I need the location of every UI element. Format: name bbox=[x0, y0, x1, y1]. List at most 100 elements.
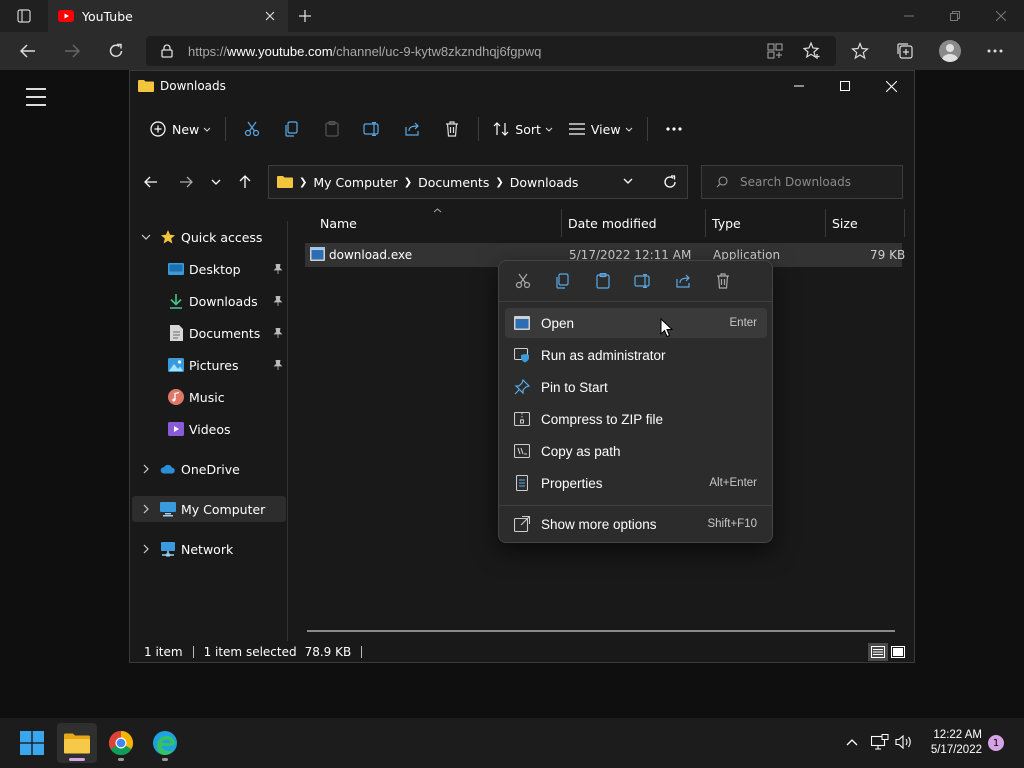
menu-item-properties[interactable]: Properties Alt+Enter bbox=[505, 468, 767, 498]
large-icons-view-button[interactable] bbox=[888, 643, 908, 661]
sort-button[interactable]: Sort bbox=[485, 113, 561, 145]
back-button[interactable] bbox=[13, 36, 43, 66]
favorites-button[interactable] bbox=[845, 36, 875, 66]
breadcrumb-downloads[interactable]: Downloads bbox=[510, 175, 579, 190]
ctx-copy-button[interactable] bbox=[543, 265, 583, 297]
new-button[interactable]: New bbox=[144, 113, 219, 145]
explorer-maximize-button[interactable] bbox=[822, 71, 868, 101]
sidebar-item-onedrive[interactable]: OneDrive bbox=[132, 456, 286, 482]
column-divider[interactable] bbox=[825, 209, 826, 237]
sidebar-item-quick-access[interactable]: Quick access bbox=[132, 224, 286, 250]
column-divider[interactable] bbox=[705, 209, 706, 237]
add-favorite-icon[interactable] bbox=[803, 42, 821, 60]
pin-icon[interactable] bbox=[272, 327, 284, 339]
ctx-rename-button[interactable] bbox=[623, 265, 663, 297]
forward-button[interactable] bbox=[57, 36, 87, 66]
tab-actions-button[interactable] bbox=[0, 0, 48, 32]
sidebar-item-desktop[interactable]: Desktop bbox=[132, 256, 286, 282]
address-history-button[interactable] bbox=[623, 178, 633, 184]
arrow-right-icon bbox=[65, 44, 80, 58]
details-view-button[interactable] bbox=[868, 643, 888, 661]
chevron-right-icon[interactable] bbox=[140, 504, 152, 514]
search-box[interactable]: Search Downloads bbox=[701, 165, 903, 199]
taskbar-edge[interactable] bbox=[145, 723, 185, 763]
system-clock[interactable]: 12:22 AM 5/17/2022 bbox=[931, 728, 982, 758]
ctx-delete-button[interactable] bbox=[703, 265, 743, 297]
tab-youtube[interactable]: YouTube bbox=[48, 0, 288, 32]
sidebar-item-my-computer[interactable]: My Computer bbox=[132, 496, 286, 522]
column-divider[interactable] bbox=[561, 209, 562, 237]
paste-icon bbox=[325, 121, 339, 137]
taskbar-chrome[interactable] bbox=[101, 723, 141, 763]
app-available-icon[interactable] bbox=[766, 42, 784, 60]
share-button[interactable] bbox=[392, 113, 432, 145]
address-bar[interactable]: https://www.youtube.com/channel/uc-9-kyt… bbox=[146, 36, 836, 66]
start-button[interactable] bbox=[12, 723, 52, 763]
youtube-menu-icon[interactable] bbox=[26, 88, 46, 106]
explorer-close-button[interactable] bbox=[868, 71, 914, 101]
horizontal-scrollbar[interactable] bbox=[307, 630, 895, 632]
column-header-date[interactable]: Date modified bbox=[568, 209, 657, 237]
chevron-right-icon[interactable] bbox=[140, 544, 152, 554]
cut-button[interactable] bbox=[232, 113, 272, 145]
chevron-right-icon[interactable] bbox=[140, 464, 152, 474]
explorer-forward-button[interactable] bbox=[172, 168, 200, 196]
sidebar-item-pictures[interactable]: Pictures bbox=[132, 352, 286, 378]
breadcrumb-documents[interactable]: Documents bbox=[418, 175, 489, 190]
explorer-refresh-button[interactable] bbox=[663, 175, 677, 189]
pin-icon[interactable] bbox=[272, 295, 284, 307]
ctx-cut-button[interactable] bbox=[503, 265, 543, 297]
menu-item-open[interactable]: Open Enter bbox=[505, 308, 767, 338]
menu-item-copy-as-path[interactable]: Copy as path bbox=[505, 436, 767, 466]
menu-item-pin-to-start[interactable]: Pin to Start bbox=[505, 372, 767, 402]
pin-icon[interactable] bbox=[272, 263, 284, 275]
refresh-button[interactable] bbox=[101, 36, 131, 66]
paste-icon bbox=[596, 273, 610, 289]
ctx-paste-button[interactable] bbox=[583, 265, 623, 297]
ctx-share-button[interactable] bbox=[663, 265, 703, 297]
volume-button[interactable] bbox=[894, 732, 914, 752]
collections-button[interactable] bbox=[890, 36, 920, 66]
menu-item-show-more-options[interactable]: Show more options Shift+F10 bbox=[505, 509, 767, 539]
paste-button[interactable] bbox=[312, 113, 352, 145]
recent-locations-button[interactable] bbox=[202, 168, 230, 196]
column-divider[interactable] bbox=[904, 209, 905, 237]
menu-item-run-as-admin[interactable]: Run as administrator bbox=[505, 340, 767, 370]
sidebar-item-network[interactable]: Network bbox=[132, 536, 286, 562]
chevron-down-icon[interactable] bbox=[140, 234, 152, 240]
document-icon bbox=[168, 325, 184, 341]
breadcrumb[interactable]: ❯ My Computer ❯ Documents ❯ Downloads bbox=[268, 165, 688, 199]
show-hidden-icons-button[interactable] bbox=[842, 732, 862, 752]
rename-button[interactable] bbox=[352, 113, 392, 145]
sidebar-item-music[interactable]: Music bbox=[132, 384, 286, 410]
notification-badge[interactable]: 1 bbox=[988, 735, 1004, 751]
tab-close-button[interactable] bbox=[262, 8, 278, 24]
view-button[interactable]: View bbox=[561, 113, 641, 145]
new-tab-button[interactable] bbox=[294, 6, 316, 26]
network-status-button[interactable] bbox=[870, 732, 890, 752]
browser-restore-button[interactable] bbox=[932, 0, 978, 32]
explorer-minimize-button[interactable] bbox=[776, 71, 822, 101]
pin-icon[interactable] bbox=[272, 359, 284, 371]
column-header-size[interactable]: Size bbox=[832, 209, 858, 237]
sidebar-item-videos[interactable]: Videos bbox=[132, 416, 286, 442]
browser-close-button[interactable] bbox=[978, 0, 1024, 32]
breadcrumb-my-computer[interactable]: My Computer bbox=[313, 175, 397, 190]
column-header-name[interactable]: Name bbox=[320, 209, 357, 237]
lock-icon[interactable] bbox=[158, 42, 176, 60]
browser-minimize-button[interactable] bbox=[886, 0, 932, 32]
copy-button[interactable] bbox=[272, 113, 312, 145]
profile-button[interactable] bbox=[935, 36, 965, 66]
explorer-back-button[interactable] bbox=[137, 168, 165, 196]
see-more-button[interactable] bbox=[654, 113, 694, 145]
up-button[interactable] bbox=[231, 168, 259, 196]
search-input[interactable]: Search Downloads bbox=[740, 175, 851, 189]
delete-button[interactable] bbox=[432, 113, 472, 145]
settings-more-button[interactable] bbox=[980, 36, 1010, 66]
menu-item-compress-zip[interactable]: Compress to ZIP file bbox=[505, 404, 767, 434]
column-header-type[interactable]: Type bbox=[712, 209, 741, 237]
copy-icon bbox=[556, 273, 569, 289]
sidebar-item-documents[interactable]: Documents bbox=[132, 320, 286, 346]
taskbar-file-explorer[interactable] bbox=[57, 723, 97, 763]
sidebar-item-downloads[interactable]: Downloads bbox=[132, 288, 286, 314]
